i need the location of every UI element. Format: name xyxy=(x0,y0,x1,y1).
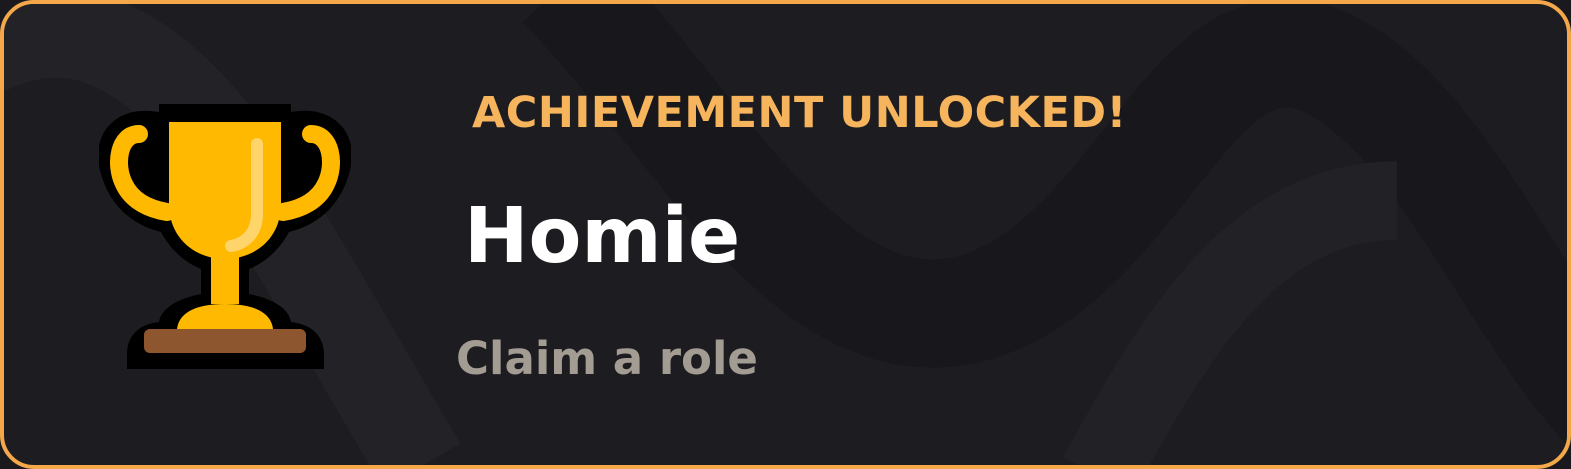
achievement-heading: ACHIEVEMENT UNLOCKED! xyxy=(472,88,1127,138)
achievement-title: Homie xyxy=(464,192,741,281)
achievement-description: Claim a role xyxy=(456,332,758,385)
trophy-icon xyxy=(99,104,351,369)
achievement-card: ACHIEVEMENT UNLOCKED! Homie Claim a role xyxy=(0,0,1571,469)
